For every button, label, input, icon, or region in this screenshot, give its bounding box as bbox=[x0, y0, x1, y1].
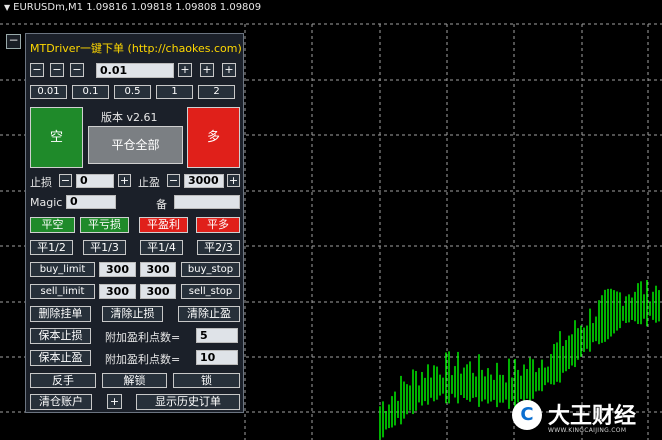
close-profitable-button[interactable]: 平盈利 bbox=[139, 217, 188, 233]
sell-button[interactable]: 空 bbox=[30, 107, 83, 168]
extra-profit-points-input-2[interactable]: 10 bbox=[196, 350, 238, 365]
lot-minus-large-button[interactable]: − bbox=[30, 63, 44, 77]
delete-pending-button[interactable]: 删除挂单 bbox=[30, 306, 91, 322]
close-losing-button[interactable]: 平亏损 bbox=[80, 217, 129, 233]
watermark-brand-name: 大王财经 bbox=[548, 404, 637, 429]
close-quarter-button[interactable]: 平1/4 bbox=[140, 240, 183, 255]
sell-limit-button[interactable]: sell_limit bbox=[30, 284, 95, 299]
panel-title: MTDriver一键下单 (http://chaokes.com) bbox=[30, 42, 242, 55]
clear-account-button[interactable]: 清仓账户 bbox=[30, 394, 92, 410]
collapse-panel-button[interactable]: − bbox=[6, 34, 21, 49]
lot-plus-medium-button[interactable]: + bbox=[200, 63, 214, 77]
watermark: C 大王财经 WWW.KINGCAIJING.COM bbox=[512, 398, 662, 440]
lot-plus-large-button[interactable]: + bbox=[222, 63, 236, 77]
close-all-button[interactable]: 平仓全部 bbox=[88, 126, 183, 164]
lot-preset-button[interactable]: 2 bbox=[198, 85, 235, 99]
mtdriver-panel: MTDriver一键下单 (http://chaokes.com) − − − … bbox=[25, 33, 244, 413]
sell-stop-button[interactable]: sell_stop bbox=[181, 284, 240, 299]
lot-preset-button[interactable]: 0.01 bbox=[30, 85, 67, 99]
lot-minus-medium-button[interactable]: − bbox=[50, 63, 64, 77]
note-input[interactable] bbox=[174, 195, 240, 209]
show-history-orders-button[interactable]: 显示历史订单 bbox=[136, 394, 240, 410]
stoploss-label: 止损 bbox=[30, 176, 52, 189]
brand-logo-icon: C bbox=[512, 400, 542, 430]
sell-limit-input-b[interactable]: 300 bbox=[140, 284, 176, 299]
breakeven-takeprofit-button[interactable]: 保本止盈 bbox=[30, 350, 91, 366]
stoploss-input[interactable]: 0 bbox=[76, 174, 114, 188]
version-label: 版本 v2.61 bbox=[101, 111, 158, 124]
lot-preset-button[interactable]: 0.5 bbox=[114, 85, 151, 99]
buy-limit-button[interactable]: buy_limit bbox=[30, 262, 95, 277]
extra-profit-points-input[interactable]: 5 bbox=[196, 328, 238, 343]
stoploss-plus-button[interactable]: + bbox=[118, 174, 131, 187]
takeprofit-minus-button[interactable]: − bbox=[167, 174, 180, 187]
magic-input[interactable]: 0 bbox=[66, 195, 116, 209]
close-half-button[interactable]: 平1/2 bbox=[30, 240, 73, 255]
clear-takeprofit-button[interactable]: 清除止盈 bbox=[178, 306, 240, 322]
buy-limit-input-a[interactable]: 300 bbox=[99, 262, 136, 277]
buy-stop-button[interactable]: buy_stop bbox=[181, 262, 240, 277]
unlock-button[interactable]: 解锁 bbox=[102, 373, 167, 388]
extra-profit-points-label: 附加盈利点数= bbox=[105, 331, 181, 344]
lot-preset-button[interactable]: 0.1 bbox=[72, 85, 109, 99]
lock-button[interactable]: 锁 bbox=[173, 373, 240, 388]
takeprofit-plus-button[interactable]: + bbox=[227, 174, 240, 187]
watermark-url: WWW.KINGCAIJING.COM bbox=[548, 427, 627, 434]
takeprofit-label: 止盈 bbox=[138, 176, 160, 189]
chart-symbol-header: ▼ EURUSDm,M1 1.09816 1.09818 1.09808 1.09… bbox=[4, 2, 261, 13]
magic-label: Magic bbox=[30, 196, 63, 209]
expand-plus-button[interactable]: + bbox=[107, 394, 122, 409]
extra-profit-points-label-2: 附加盈利点数= bbox=[105, 353, 181, 366]
lot-minus-small-button[interactable]: − bbox=[70, 63, 84, 77]
note-label: 备 bbox=[156, 198, 167, 211]
symbol-quote-text: EURUSDm,M1 1.09816 1.09818 1.09808 1.098… bbox=[13, 2, 262, 13]
breakeven-stoploss-button[interactable]: 保本止损 bbox=[30, 328, 91, 344]
buy-limit-input-b[interactable]: 300 bbox=[140, 262, 176, 277]
stoploss-minus-button[interactable]: − bbox=[59, 174, 72, 187]
close-buy-button[interactable]: 平多 bbox=[196, 217, 240, 233]
sell-limit-input-a[interactable]: 300 bbox=[99, 284, 136, 299]
close-two-thirds-button[interactable]: 平2/3 bbox=[197, 240, 240, 255]
dropdown-triangle-icon: ▼ bbox=[4, 3, 11, 12]
buy-button[interactable]: 多 bbox=[187, 107, 240, 168]
lot-preset-button[interactable]: 1 bbox=[156, 85, 193, 99]
lot-size-input[interactable]: 0.01 bbox=[96, 63, 174, 78]
takeprofit-input[interactable]: 3000 bbox=[184, 174, 224, 188]
close-third-button[interactable]: 平1/3 bbox=[83, 240, 126, 255]
clear-stoploss-button[interactable]: 清除止损 bbox=[102, 306, 163, 322]
lot-plus-small-button[interactable]: + bbox=[178, 63, 192, 77]
close-sell-button[interactable]: 平空 bbox=[30, 217, 75, 233]
reverse-button[interactable]: 反手 bbox=[30, 373, 96, 388]
